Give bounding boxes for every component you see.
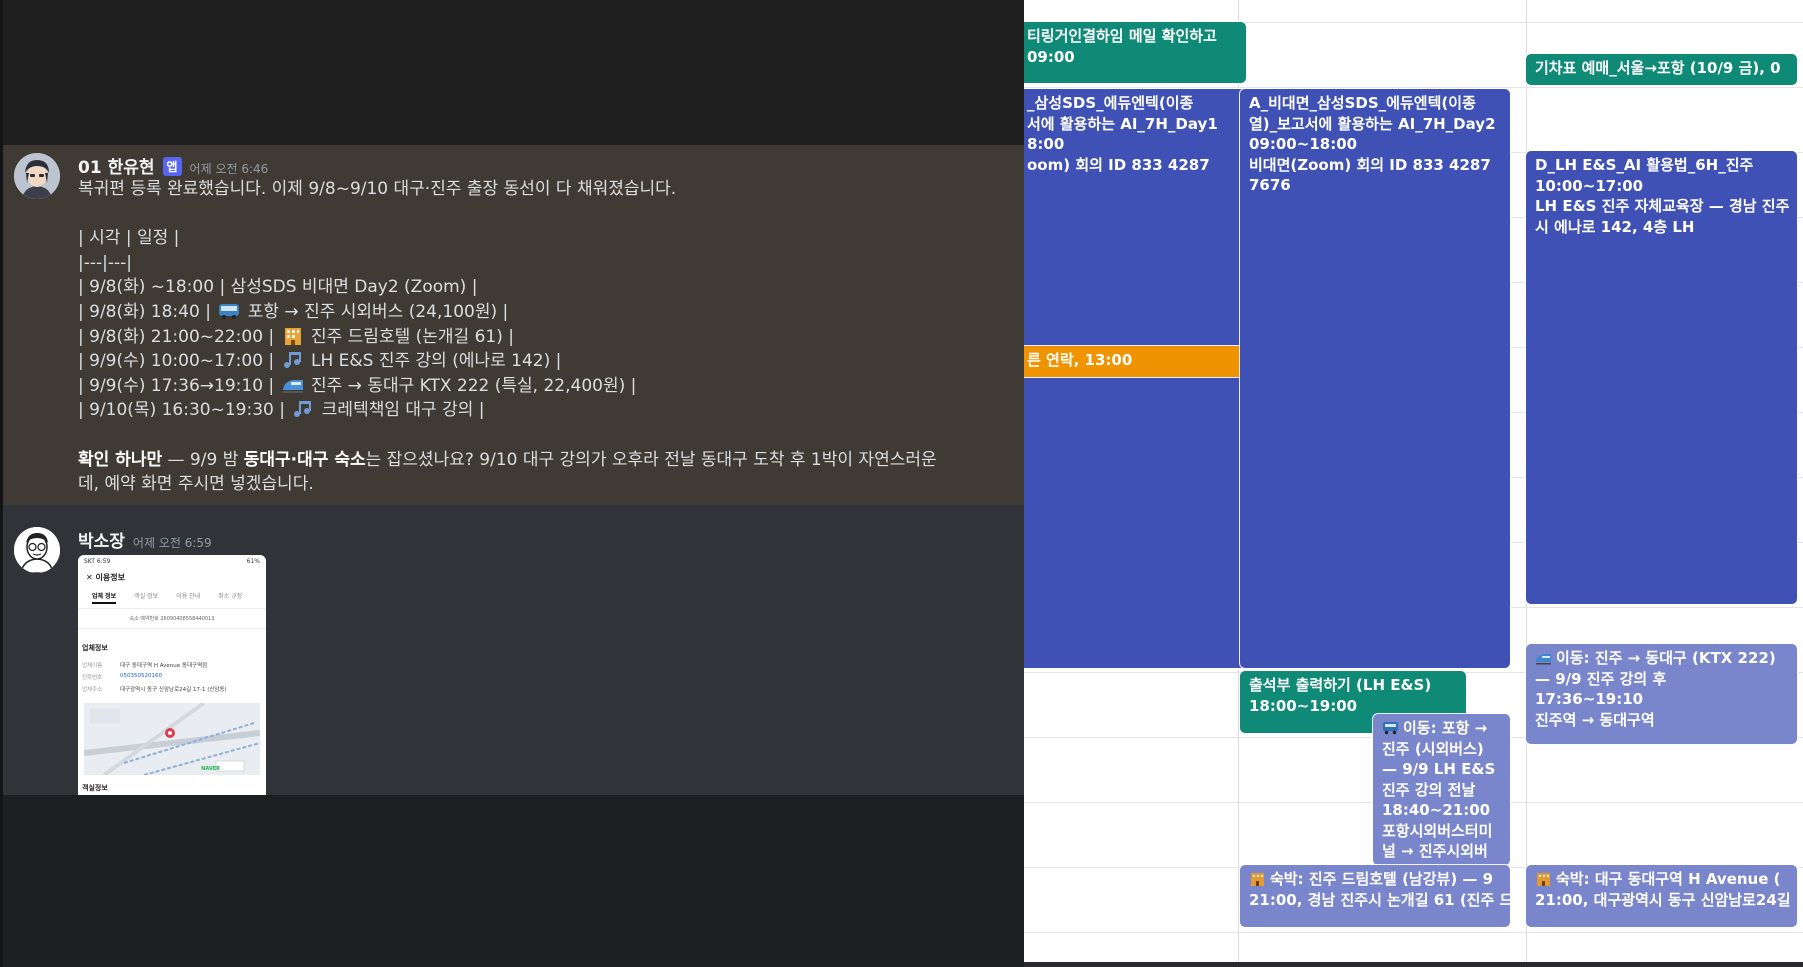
- line-text: 진주 → 동대구 KTX 222 (특실, 22,400원) |: [310, 375, 637, 396]
- calendar-event[interactable]: 티링거인결하임 메일 확인하고 09:00: [1024, 22, 1246, 83]
- message-line: | 9/8(화) 21:00~22:00 | 진주 드림호텔 (논개길 61) …: [78, 325, 1018, 350]
- line-prefix: | 9/9(수) 17:36→19:10 |: [78, 375, 275, 396]
- line-text: LH E&S 진주 강의 (에나로 142) |: [310, 351, 562, 372]
- chat-top-area: [0, 0, 1024, 145]
- hour-line: [1024, 87, 1803, 88]
- author-name[interactable]: 01 한유현: [78, 153, 155, 178]
- message-line: | 9/10(목) 16:30~19:30 | 크레텍책임 대구 강의 |: [78, 398, 1018, 423]
- screenshot-tabs: 업체 정보 객실 정보 이용 안내 취소 규정: [78, 587, 266, 609]
- app-badge: 앱: [162, 157, 182, 176]
- message-line: | 9/9(수) 10:00~17:00 | LH E&S 진주 강의 (에나로…: [78, 349, 1018, 374]
- message-line: |---|---|: [78, 252, 132, 273]
- train-icon: [1536, 654, 1551, 665]
- info-row: 전화번호 050350520160: [82, 673, 162, 681]
- message-header: 박소장 어제 오전 6:59: [78, 527, 212, 552]
- message-line: 복귀편 등록 완료했습니다. 이제 9/8~9/10 대구·진주 출장 동선이 …: [78, 179, 677, 199]
- line-text: — 9/9 밤: [162, 449, 244, 470]
- phone-status-bar: SKT 6:59 61%: [84, 558, 260, 565]
- line-prefix: | 9/8(화) 21:00~22:00 |: [78, 326, 275, 347]
- message-line: | 시각 | 일정 |: [78, 228, 180, 249]
- avatar[interactable]: [14, 153, 60, 199]
- message-line: | 9/8(화) 18:40 | 포항 → 진주 시외버스 (24,100원) …: [78, 300, 1018, 325]
- message-line: 확인 하나만 — 9/9 밤 동대구·대구 숙소는 잡으셨나요? 9/10 대구…: [78, 448, 1018, 473]
- line-text: 크레텍책임 대구 강의 |: [321, 400, 485, 421]
- calendar-event[interactable]: A_비대면_삼성SDS_에듀엔텍(이종 열)_보고서에 활용하는 AI_7H_D…: [1240, 89, 1510, 668]
- hotel-icon: [1537, 873, 1550, 886]
- music-notes-icon: [283, 352, 301, 369]
- train-icon: [282, 379, 303, 393]
- calendar-event[interactable]: 이동: 진주 → 동대구 (KTX 222) — 9/9 진주 강의 후 17:…: [1526, 644, 1797, 744]
- bold-text: 동대구·대구 숙소: [243, 449, 366, 470]
- line-prefix: | 9/8(화) 18:40 |: [78, 301, 211, 322]
- message-timestamp: 어제 오전 6:46: [189, 162, 269, 176]
- music-notes-icon: [294, 401, 312, 418]
- section-heading: 업체정보: [82, 644, 108, 652]
- bold-text: 확인 하나만: [78, 449, 163, 470]
- screenshot-title: ✕ 이용정보: [86, 573, 125, 582]
- hotel-icon: [1251, 873, 1264, 886]
- window-edge: [0, 0, 3, 967]
- hour-line: [1024, 932, 1803, 933]
- message-body: 복귀편 등록 완료했습니다. 이제 9/8~9/10 대구·진주 출장 동선이 …: [78, 177, 1018, 497]
- message-line: | 9/9(수) 17:36→19:10 | 진주 → 동대구 KTX 222 …: [78, 374, 1018, 399]
- calendar-event[interactable]: 숙박: 진주 드림호텔 (남강뷰) — 9 21:00, 경남 진주시 논개길 …: [1240, 865, 1510, 927]
- line-text: 포항 → 진주 시외버스 (24,100원) |: [247, 301, 509, 322]
- calendar-event[interactable]: 숙박: 대구 동대구역 H Avenue ( 21:00, 대구광역시 동구 신…: [1526, 865, 1797, 927]
- line-prefix: | 9/10(목) 16:30~19:30 |: [78, 400, 285, 421]
- calendar-event[interactable]: D_LH E&S_AI 활용법_6H_진주 10:00~17:00 LH E&S…: [1526, 151, 1797, 604]
- calendar-week-view: 티링거인결하임 메일 확인하고 09:00 _삼성SDS_에듀엔텍(이종 서에 …: [1024, 0, 1803, 967]
- calendar-event[interactable]: 이동: 포항 → 진주 (시외버스) — 9/9 LH E&S 진주 강의 전날…: [1373, 714, 1510, 865]
- map-thumbnail: NAVER: [84, 703, 260, 775]
- calendar-event[interactable]: 기차표 예매_서울→포항 (10/9 금), 0: [1526, 54, 1797, 85]
- hotel-icon: [284, 327, 301, 345]
- calendar-event[interactable]: _삼성SDS_에듀엔텍(이종 서에 활용하는 AI_7H_Day1 8:00 o…: [1024, 89, 1246, 668]
- message-timestamp: 어제 오전 6:59: [132, 536, 212, 550]
- bus-icon: [219, 303, 240, 319]
- info-row: 업체이름 대구 동대구역 H Avenue 동대구역점: [82, 663, 208, 669]
- line-text: 는 잡으셨나요? 9/10 대구 강의가 오후라 전날 동대구 도착 후 1박이…: [365, 449, 937, 470]
- screen: 01 한유현 앱 어제 오전 6:46 복귀편 등록 완료했습니다. 이제 9/…: [0, 0, 1803, 967]
- avatar[interactable]: [14, 527, 60, 573]
- image-attachment[interactable]: SKT 6:59 61% ✕ 이용정보 업체 정보 객실 정보 이용 안내 취소…: [78, 555, 266, 795]
- calendar-event[interactable]: 른 연락, 13:00: [1024, 346, 1246, 377]
- chat-pane: 01 한유현 앱 어제 오전 6:46 복귀편 등록 완료했습니다. 이제 9/…: [0, 0, 1024, 967]
- section-heading: 객실정보: [82, 784, 108, 792]
- window-bottom-edge: [1024, 962, 1803, 967]
- author-name[interactable]: 박소장: [78, 527, 125, 552]
- message-line: | 9/8(화) ~18:00 | 삼성SDS 비대면 Day2 (Zoom) …: [78, 277, 478, 298]
- info-row: 업체주소 대구광역시 동구 신암남로24길 17-1 (신암동): [82, 687, 227, 693]
- chat-message[interactable]: 01 한유현 앱 어제 오전 6:46 복귀편 등록 완료했습니다. 이제 9/…: [0, 145, 1024, 505]
- bus-icon: [1383, 722, 1398, 735]
- message-line: 데, 예약 화면 주시면 넣겠습니다.: [78, 474, 314, 495]
- message-header: 01 한유현 앱 어제 오전 6:46: [78, 153, 268, 178]
- line-text: 진주 드림호텔 (논개길 61) |: [310, 326, 514, 347]
- chat-message[interactable]: 박소장 어제 오전 6:59 SKT 6:59 61% ✕ 이용정보 업체 정보…: [0, 505, 1024, 795]
- chat-empty-area: [0, 795, 1024, 967]
- line-prefix: | 9/9(수) 10:00~17:00 |: [78, 351, 275, 372]
- reservation-number: 숙소 예약번호 26090408558440013: [78, 609, 266, 629]
